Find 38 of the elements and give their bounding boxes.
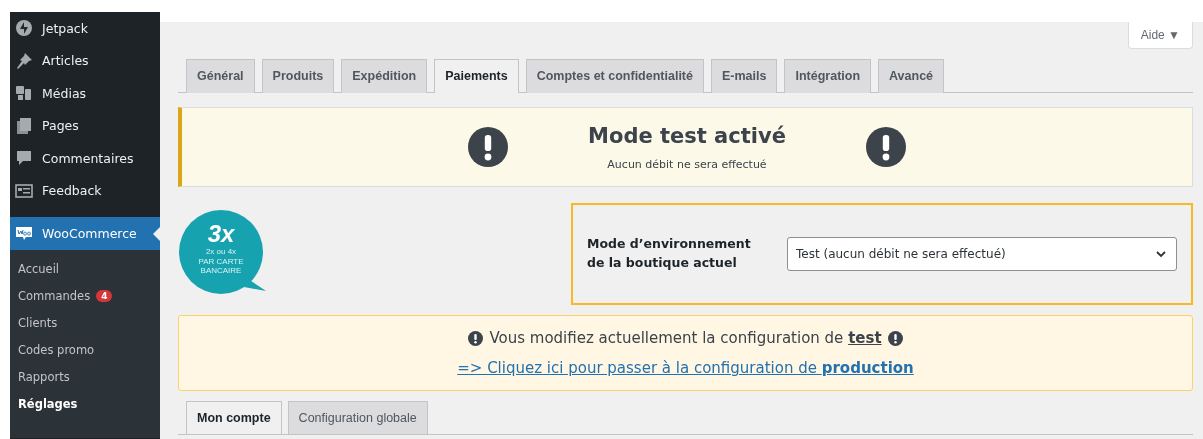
sidebar-item[interactable]: Médias: [10, 77, 160, 110]
settings-tab[interactable]: Intégration: [784, 59, 872, 93]
pin-icon: [14, 50, 34, 71]
config-tab[interactable]: Mon compte: [186, 401, 282, 434]
exclamation-icon: [468, 330, 484, 346]
settings-tab[interactable]: E-mails: [711, 59, 778, 93]
switch-config-link[interactable]: => Cliquez ici pour passer à la configuration de production: [457, 359, 914, 377]
submenu-item[interactable]: Réglages: [10, 390, 160, 418]
settings-tab[interactable]: Produits: [261, 59, 335, 93]
settings-tab[interactable]: Paiements: [434, 59, 519, 93]
environment-select[interactable]: Test (aucun débit ne sera effectué): [787, 237, 1177, 271]
sidebar-item[interactable]: Commentaires: [10, 142, 160, 175]
sidebar-item[interactable]: Articles: [10, 44, 160, 77]
exclamation-icon: [468, 127, 509, 167]
count-badge: 4: [96, 290, 113, 302]
exclamation-icon: [887, 330, 903, 346]
jetpack-icon: [14, 18, 34, 39]
notice-title: Mode test activé: [588, 123, 786, 148]
help-button[interactable]: Aide ▼: [1127, 22, 1193, 49]
exclamation-icon: [865, 127, 906, 167]
settings-tab[interactable]: Expédition: [341, 59, 428, 93]
sidebar-item[interactable]: Jetpack: [10, 12, 160, 45]
notice-text: Vous modifiez actuellement la configuration de test: [489, 329, 882, 347]
sidebar-item[interactable]: Pages: [10, 109, 160, 142]
settings-tab[interactable]: Général: [186, 59, 255, 93]
field-label: Mode d’environnement de la boutique actuel: [587, 235, 752, 272]
submenu-item[interactable]: Codes promo: [10, 336, 160, 364]
submenu-item[interactable]: Commandes 4: [10, 282, 160, 310]
submenu-item[interactable]: Accueil: [10, 255, 160, 283]
notice-subtitle: Aucun débit ne sera effectué: [607, 157, 767, 171]
config-tab[interactable]: Configuration globale: [287, 401, 428, 434]
settings-tab[interactable]: Comptes et confidentialité: [525, 59, 704, 93]
sidebar-item[interactable]: WooCommerce: [10, 217, 160, 250]
sidebar-item[interactable]: Feedback: [10, 174, 160, 207]
settings-tab[interactable]: Avancé: [878, 59, 945, 93]
submenu-item[interactable]: Rapports: [10, 363, 160, 391]
submenu-item[interactable]: Clients: [10, 309, 160, 337]
pages-icon: [14, 115, 34, 136]
